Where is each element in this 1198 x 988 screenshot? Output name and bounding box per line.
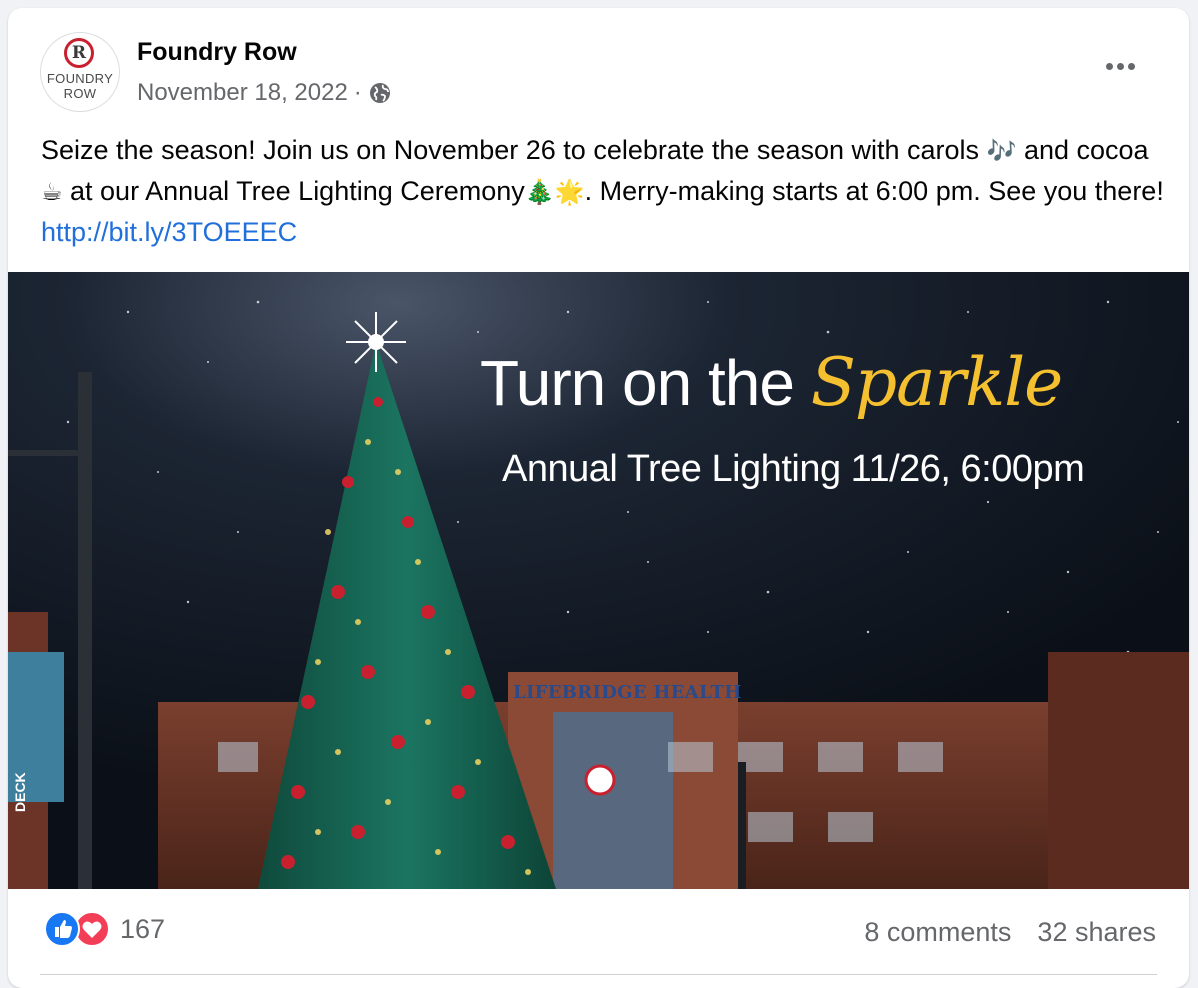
shares-link[interactable]: 32 shares: [1037, 917, 1156, 948]
footer-divider: [40, 974, 1157, 975]
post-date-link[interactable]: November 18, 2022: [137, 79, 348, 107]
headline-accent: Sparkle: [810, 344, 1064, 421]
comments-link[interactable]: 8 comments: [864, 917, 1011, 948]
image-subheadline: Annual Tree Lighting 11/26, 6:00pm: [502, 448, 1085, 490]
post-text-segment: . Merry-making starts at 6:00 pm. See yo…: [584, 176, 1164, 206]
building-sign: LIFEBRIDGE HEALTH: [513, 682, 742, 703]
headline-main: Turn on the: [480, 347, 811, 419]
reaction-count: 167: [120, 913, 166, 944]
page-name-link[interactable]: Foundry Row: [137, 38, 297, 67]
meta-separator: ·: [353, 79, 362, 106]
page-avatar[interactable]: R FOUNDRY ROW: [40, 32, 120, 112]
music-emoji: 🎶: [986, 137, 1017, 165]
logo-text-line1: FOUNDRY: [46, 71, 114, 86]
post-image[interactable]: Turn on the Sparkle Annual Tree Lighting…: [8, 272, 1189, 889]
post-footer: 167 8 comments 32 shares: [8, 889, 1189, 979]
globe-icon[interactable]: [368, 81, 392, 105]
banner-text: DECK: [12, 772, 28, 812]
star-emoji: 🌟: [554, 178, 585, 206]
post-text-segment: and cocoa: [1016, 135, 1149, 165]
post-text-segment: Seize the season! Join us on November 26…: [41, 135, 987, 165]
reactions-summary[interactable]: 167: [44, 911, 165, 947]
cocoa-emoji: ☕: [41, 178, 63, 206]
image-headline: Turn on the Sparkle: [480, 347, 1063, 419]
logo-letter: R: [71, 42, 87, 63]
post-text-segment: at our Annual Tree Lighting Ceremony: [62, 176, 525, 206]
engagement-stats: 8 comments 32 shares: [864, 917, 1156, 948]
post-meta: November 18, 2022 ·: [137, 79, 392, 107]
logo-text-line2: ROW: [63, 86, 97, 101]
post-link[interactable]: http://bit.ly/3TOEEEC: [41, 217, 297, 247]
post-card: R FOUNDRY ROW Foundry Row November 18, 2…: [8, 8, 1189, 988]
like-reaction-icon: [44, 911, 80, 947]
post-header: R FOUNDRY ROW Foundry Row November 18, 2…: [8, 8, 1189, 128]
tree-emoji: 🎄: [524, 178, 555, 206]
more-options-icon[interactable]: [1100, 54, 1140, 78]
logo-icon: R: [64, 38, 94, 68]
post-message: Seize the season! Join us on November 26…: [41, 130, 1171, 252]
